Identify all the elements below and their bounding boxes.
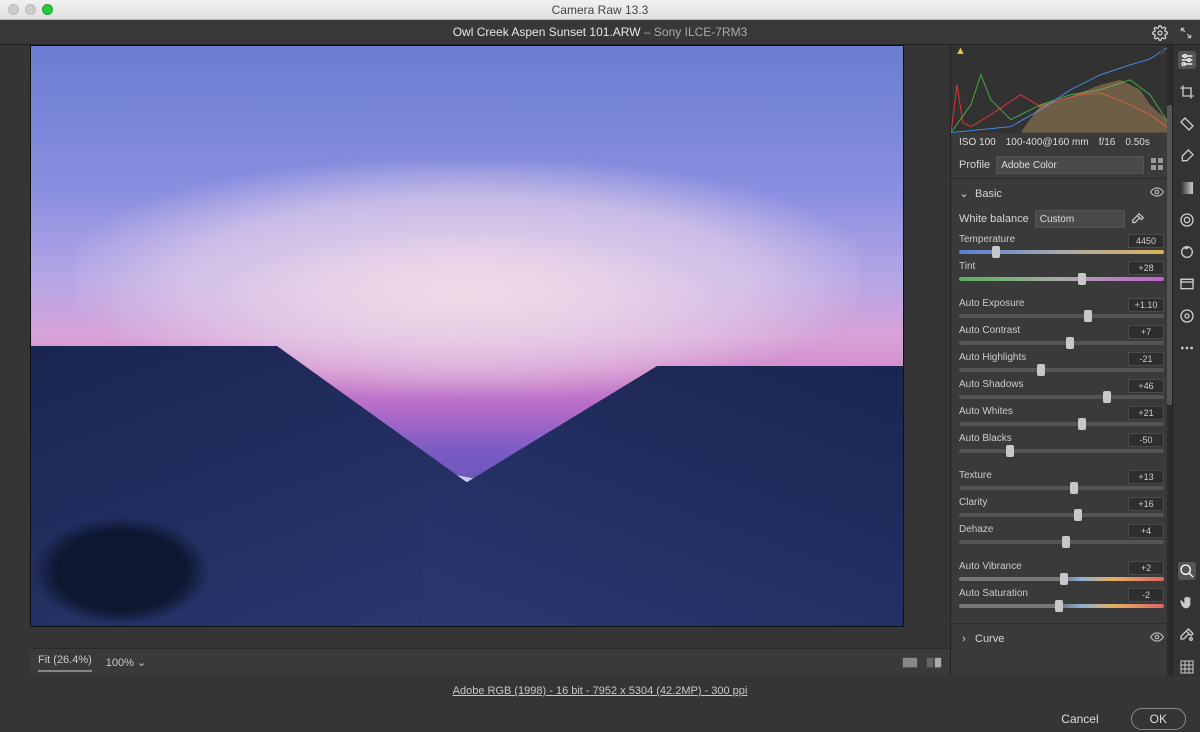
shadows-label: Auto Shadows bbox=[959, 379, 1024, 393]
image-preview[interactable] bbox=[30, 45, 904, 627]
exif-strip: ISO 100 100-400@160 mm f/16 0.50s bbox=[951, 133, 1172, 152]
blacks-value[interactable]: -50 bbox=[1128, 433, 1164, 447]
shadows-value[interactable]: +46 bbox=[1128, 379, 1164, 393]
iso-value: ISO 100 bbox=[959, 137, 996, 148]
snapshot-icon[interactable] bbox=[1178, 275, 1196, 293]
visibility-icon[interactable] bbox=[1150, 630, 1164, 647]
highlights-label: Auto Highlights bbox=[959, 352, 1026, 366]
before-after-single-icon[interactable] bbox=[902, 657, 918, 669]
whites-label: Auto Whites bbox=[959, 406, 1013, 420]
linear-gradient-icon[interactable] bbox=[1178, 179, 1196, 197]
blacks-slider[interactable]: Auto Blacks -50 bbox=[959, 433, 1164, 453]
hand-icon[interactable] bbox=[1178, 594, 1196, 612]
app-title: Camera Raw 13.3 bbox=[0, 3, 1200, 17]
profile-browser-icon[interactable] bbox=[1150, 157, 1164, 174]
shadows-slider[interactable]: Auto Shadows +46 bbox=[959, 379, 1164, 399]
chevron-down-icon: ⌄ bbox=[959, 187, 969, 200]
camera-model: Sony ILCE-7RM3 bbox=[654, 25, 747, 39]
exposure-label: Auto Exposure bbox=[959, 298, 1025, 312]
whites-value[interactable]: +21 bbox=[1128, 406, 1164, 420]
edit-icon[interactable] bbox=[1178, 51, 1196, 69]
curve-section-header[interactable]: › Curve bbox=[951, 623, 1172, 653]
dehaze-label: Dehaze bbox=[959, 524, 993, 538]
grid-icon[interactable] bbox=[1178, 658, 1196, 676]
curve-label: Curve bbox=[975, 633, 1004, 645]
file-header: Owl Creek Aspen Sunset 101.ARW – Sony IL… bbox=[0, 20, 1200, 45]
zoom-icon[interactable] bbox=[1178, 562, 1196, 580]
vibrance-slider[interactable]: Auto Vibrance +2 bbox=[959, 561, 1164, 581]
ok-button[interactable]: OK bbox=[1131, 708, 1186, 730]
presets-icon[interactable] bbox=[1178, 307, 1196, 325]
whites-slider[interactable]: Auto Whites +21 bbox=[959, 406, 1164, 426]
shadow-clip-icon[interactable]: ▲ bbox=[955, 45, 966, 57]
chevron-right-icon: › bbox=[959, 633, 969, 645]
texture-value[interactable]: +13 bbox=[1128, 470, 1164, 484]
histogram[interactable]: ▲ ▲ bbox=[951, 45, 1172, 133]
aperture-value: f/16 bbox=[1099, 137, 1116, 148]
redeye-icon[interactable] bbox=[1178, 243, 1196, 261]
focal-value: 100-400@160 mm bbox=[1006, 137, 1089, 148]
before-after-split-icon[interactable] bbox=[926, 657, 942, 669]
contrast-label: Auto Contrast bbox=[959, 325, 1020, 339]
saturation-value[interactable]: -2 bbox=[1128, 588, 1164, 602]
temperature-value[interactable]: 4450 bbox=[1128, 234, 1164, 248]
tint-value[interactable]: +28 bbox=[1128, 261, 1164, 275]
radial-gradient-icon[interactable] bbox=[1178, 211, 1196, 229]
saturation-slider[interactable]: Auto Saturation -2 bbox=[959, 588, 1164, 608]
tool-strip bbox=[1172, 45, 1200, 676]
panel-scrollbar[interactable] bbox=[1167, 45, 1172, 676]
shutter-value: 0.50s bbox=[1125, 137, 1149, 148]
texture-slider[interactable]: Texture +13 bbox=[959, 470, 1164, 490]
highlights-slider[interactable]: Auto Highlights -21 bbox=[959, 352, 1164, 372]
cancel-button[interactable]: Cancel bbox=[1043, 709, 1116, 729]
texture-label: Texture bbox=[959, 470, 992, 484]
heal-icon[interactable] bbox=[1178, 115, 1196, 133]
clarity-label: Clarity bbox=[959, 497, 987, 511]
dehaze-slider[interactable]: Dehaze +4 bbox=[959, 524, 1164, 544]
basic-section-header[interactable]: ⌄ Basic bbox=[951, 178, 1172, 208]
blacks-label: Auto Blacks bbox=[959, 433, 1012, 447]
eyedropper-icon[interactable] bbox=[1131, 212, 1145, 226]
visibility-icon[interactable] bbox=[1150, 185, 1164, 202]
color-sampler-icon[interactable] bbox=[1178, 626, 1196, 644]
viewer-bar: Fit (26.4%) 100% ⌄ bbox=[30, 648, 950, 676]
wb-label: White balance bbox=[959, 213, 1029, 225]
temperature-slider[interactable]: Temperature 4450 bbox=[959, 234, 1164, 254]
basic-label: Basic bbox=[975, 188, 1002, 200]
tint-slider[interactable]: Tint +28 bbox=[959, 261, 1164, 281]
exposure-value[interactable]: +1.10 bbox=[1128, 298, 1164, 312]
mac-titlebar: Camera Raw 13.3 bbox=[0, 0, 1200, 20]
crop-icon[interactable] bbox=[1178, 83, 1196, 101]
dehaze-value[interactable]: +4 bbox=[1128, 524, 1164, 538]
highlights-value[interactable]: -21 bbox=[1128, 352, 1164, 366]
vibrance-value[interactable]: +2 bbox=[1128, 561, 1164, 575]
tint-label: Tint bbox=[959, 261, 975, 275]
clarity-slider[interactable]: Clarity +16 bbox=[959, 497, 1164, 517]
wb-select[interactable]: Custom bbox=[1035, 210, 1125, 228]
contrast-value[interactable]: +7 bbox=[1128, 325, 1164, 339]
image-info-link[interactable]: Adobe RGB (1998) - 16 bit - 7952 x 5304 … bbox=[0, 676, 1200, 706]
local-brush-icon[interactable] bbox=[1178, 147, 1196, 165]
contrast-slider[interactable]: Auto Contrast +7 bbox=[959, 325, 1164, 345]
more-icon[interactable] bbox=[1178, 339, 1196, 357]
zoom-100-button[interactable]: 100% ⌄ bbox=[106, 656, 146, 669]
gear-icon[interactable] bbox=[1152, 25, 1168, 41]
edit-panel: ▲ ▲ ISO 100 100-400@160 mm f/16 0.50s Pr… bbox=[950, 45, 1172, 676]
exposure-slider[interactable]: Auto Exposure +1.10 bbox=[959, 298, 1164, 318]
filmstrip-collapsed[interactable] bbox=[0, 45, 30, 676]
vibrance-label: Auto Vibrance bbox=[959, 561, 1022, 575]
fit-zoom-button[interactable]: Fit (26.4%) bbox=[38, 654, 92, 672]
temperature-label: Temperature bbox=[959, 234, 1015, 248]
chevron-down-icon: ⌄ bbox=[137, 657, 146, 669]
profile-label: Profile bbox=[959, 159, 990, 171]
profile-select[interactable]: Adobe Color bbox=[996, 156, 1144, 174]
filename: Owl Creek Aspen Sunset 101.ARW bbox=[453, 25, 641, 39]
clarity-value[interactable]: +16 bbox=[1128, 497, 1164, 511]
saturation-label: Auto Saturation bbox=[959, 588, 1028, 602]
fullscreen-icon[interactable] bbox=[1178, 25, 1194, 41]
